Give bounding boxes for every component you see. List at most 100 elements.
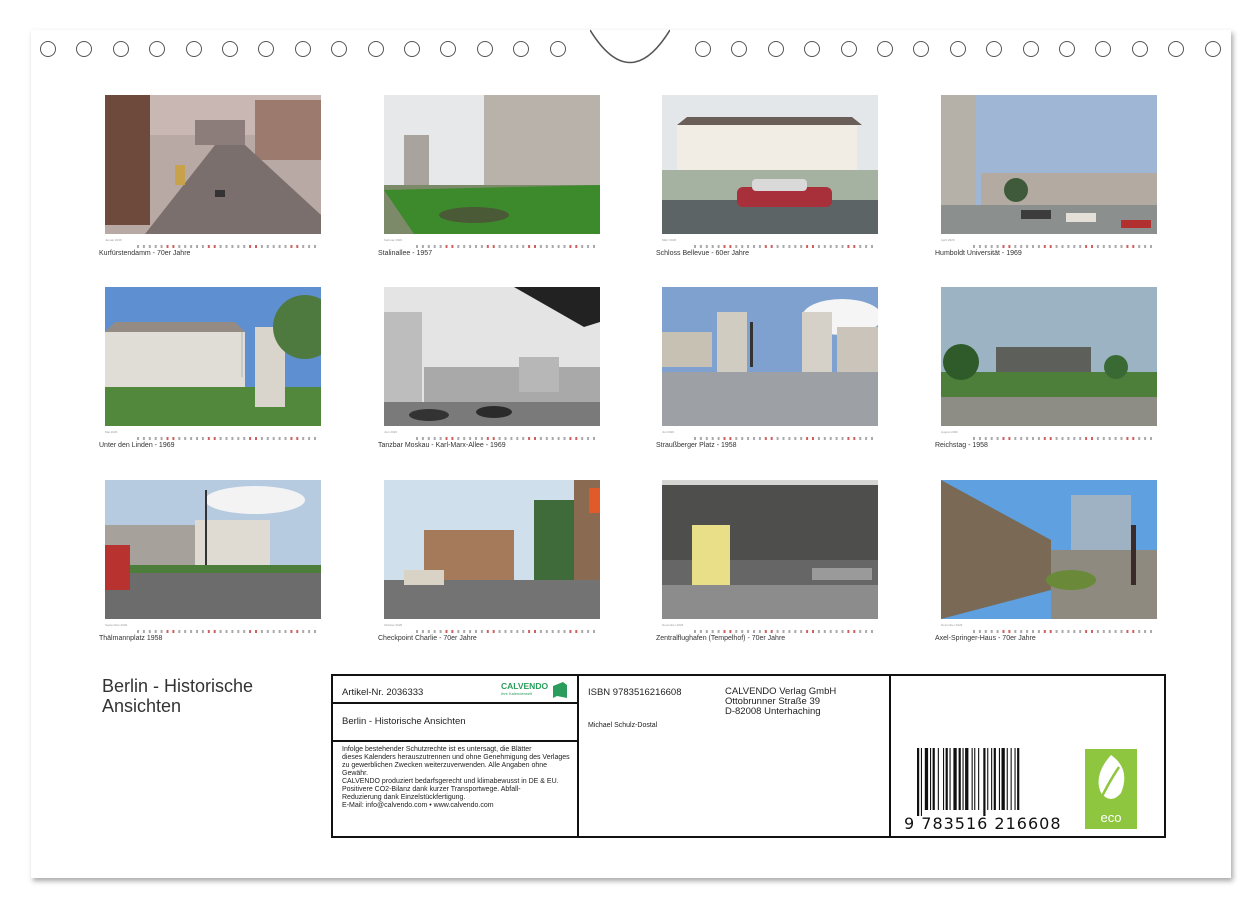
month-photo (384, 480, 600, 619)
photo-caption: Zentralflughafen (Tempelhof) - 70er Jahr… (656, 635, 786, 642)
binding-hole (294, 41, 311, 57)
binding-hole (1059, 41, 1075, 57)
photo-image (941, 287, 1157, 426)
month-photo (105, 95, 321, 234)
month-photo (384, 95, 600, 234)
mini-calendar (941, 622, 1157, 633)
legal-line: Infolge bestehender Schutzrechte ist es … (342, 746, 532, 753)
binding-hole (185, 41, 202, 57)
mini-calendar (384, 622, 600, 633)
binding-hole (1131, 41, 1148, 57)
month-label: Februar 2026 (384, 238, 403, 242)
binding-hole (367, 41, 384, 57)
legal-line: Gewähr. (342, 770, 369, 777)
mini-calendar (384, 429, 600, 440)
eco-badge: eco (1085, 749, 1137, 829)
photo-caption: Straußberger Platz - 1958 (656, 442, 737, 449)
calendar-title-line2: Ansichten (102, 696, 182, 716)
month-label: April 2026 (941, 238, 955, 242)
mini-calendar (105, 237, 321, 248)
binding-hole (695, 41, 711, 57)
photo-caption: Thälmannplatz 1958 (99, 635, 163, 642)
barcode (917, 748, 1020, 816)
month-photo (105, 287, 321, 426)
month-photo (941, 95, 1157, 234)
month-label: Mai 2026 (105, 430, 118, 434)
binding-hole (877, 41, 893, 57)
legal-line: Reduzierung dank Einzelstückfertigung. (342, 794, 466, 801)
month-label: Juni 2026 (384, 430, 398, 434)
month-label: Juli 2026 (662, 430, 675, 434)
mini-calendar (941, 237, 1157, 248)
calendar-title: Berlin - Historische Ansichten (102, 676, 322, 716)
photo-caption: Schloss Bellevue - 60er Jahre (656, 250, 749, 257)
photo-caption: Unter den Linden - 1969 (99, 442, 175, 449)
leaf-icon (1097, 755, 1125, 804)
month-label: März 2026 (662, 238, 677, 242)
mini-calendar (105, 622, 321, 633)
legal-line: Positivere CO2-Bilanz dank kurzer Transp… (342, 786, 521, 793)
calvendo-logo-icon (553, 682, 567, 698)
month-label: November 2026 (662, 623, 684, 627)
article-number: Artikel-Nr. 2036333 (342, 687, 424, 698)
month-photo (662, 95, 878, 234)
binding-hole (1204, 41, 1221, 57)
publisher-address: CALVENDO Verlag GmbH Ottobrunner Straße … (725, 687, 836, 717)
photo-caption: Axel-Springer-Haus - 70er Jahre (935, 635, 1036, 642)
divider (333, 702, 577, 704)
legal-notice: Infolge bestehender Schutzrechte ist es … (342, 746, 577, 810)
binding-hole (112, 41, 129, 57)
calendar-title-line1: Berlin - Historische (102, 676, 254, 696)
month-photo (941, 480, 1157, 619)
mini-calendar (941, 429, 1157, 440)
month-label: Dezember 2026 (941, 623, 963, 627)
binding-hole (40, 41, 56, 57)
divider (889, 676, 891, 836)
hanger-cutout (590, 29, 670, 64)
month-label: Januar 2026 (105, 238, 122, 242)
photo-caption: Reichstag - 1958 (935, 442, 988, 449)
month-label: Oktober 2026 (384, 623, 403, 627)
photo-caption: Kurfürstendamm - 70er Jahre (99, 250, 191, 257)
photo-caption: Stalinallee - 1957 (378, 250, 433, 257)
month-label: August 2026 (941, 430, 958, 434)
month-label: September 2026 (105, 623, 128, 627)
binding-hole (222, 41, 238, 57)
photo-image (662, 480, 878, 619)
month-photo (662, 287, 878, 426)
binding-hole (1022, 41, 1039, 57)
mini-calendar (384, 237, 600, 248)
legal-line: CALVENDO produziert bedarfsgerecht und k… (342, 778, 559, 785)
binding-hole (767, 41, 784, 57)
mini-calendar (662, 237, 878, 248)
month-photo (105, 480, 321, 619)
photo-image (105, 287, 321, 426)
photo-image (105, 480, 321, 619)
eco-label: eco (1100, 810, 1122, 825)
photo-caption: Checkpoint Charlie - 70er Jahre (378, 635, 477, 642)
divider (333, 740, 577, 742)
photo-image (941, 480, 1157, 619)
binding-hole (840, 41, 857, 57)
author: Michael Schulz-Dostal (588, 722, 658, 729)
isbn: ISBN 9783516216608 (588, 687, 682, 698)
month-photo (384, 287, 600, 426)
binding-hole (476, 41, 493, 57)
mini-calendar (662, 429, 878, 440)
publisher-city: D-82008 Unterhaching (725, 706, 821, 717)
binding-hole (404, 41, 420, 57)
barcode-number: 9 783516 216608 (904, 814, 1062, 833)
photo-image (662, 95, 878, 234)
calvendo-logo: CALVENDO Ihre Kalenderwelt (501, 681, 571, 701)
binding-hole (549, 41, 566, 57)
mini-calendar (105, 429, 321, 440)
photo-image (384, 95, 600, 234)
month-photo (941, 287, 1157, 426)
photo-image (941, 95, 1157, 234)
photo-image (384, 480, 600, 619)
divider (577, 676, 579, 836)
binding-hole (949, 41, 966, 57)
photo-caption: Tanzbar Moskau - Karl-Marx-Allee - 1969 (378, 442, 506, 449)
product-title: Berlin - Historische Ansichten (342, 716, 466, 727)
mini-calendar (662, 622, 878, 633)
